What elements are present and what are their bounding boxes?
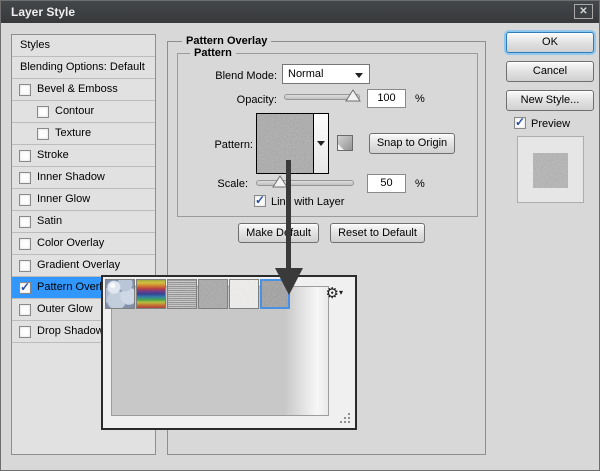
sidebar-item-inner-glow[interactable]: Inner Glow bbox=[12, 189, 155, 211]
opacity-slider-thumb[interactable] bbox=[345, 89, 361, 102]
sidebar-item-styles[interactable]: Styles bbox=[12, 35, 155, 57]
scale-slider-track[interactable] bbox=[256, 180, 354, 186]
sidebar-item-label: Bevel & Emboss bbox=[37, 83, 118, 95]
style-checkbox[interactable] bbox=[19, 193, 31, 206]
scale-unit: % bbox=[415, 178, 425, 190]
style-checkbox[interactable] bbox=[19, 237, 31, 250]
preview-thumbnail bbox=[533, 153, 568, 188]
pattern-picker-popup: ⚙▾ bbox=[101, 275, 357, 430]
link-with-layer-label: Link with Layer bbox=[271, 196, 345, 208]
sidebar-item-label: Styles bbox=[20, 39, 50, 51]
sidebar-item-label: Drop Shadow bbox=[37, 325, 104, 337]
reset-to-default-button[interactable]: Reset to Default bbox=[330, 223, 425, 243]
layer-style-dialog: Layer Style ✕ Styles Blending Options: D… bbox=[0, 0, 600, 471]
opacity-input[interactable]: 100 bbox=[367, 89, 406, 108]
cancel-button[interactable]: Cancel bbox=[506, 61, 594, 82]
sidebar-item-label: Contour bbox=[55, 105, 95, 117]
gear-icon[interactable]: ⚙▾ bbox=[326, 285, 343, 301]
blend-mode-select[interactable]: Normal bbox=[282, 64, 370, 84]
sidebar-item-blending-options[interactable]: Blending Options: Default bbox=[12, 57, 155, 79]
style-checkbox[interactable] bbox=[37, 127, 49, 140]
noise-texture bbox=[106, 280, 134, 308]
noise-texture bbox=[257, 114, 313, 173]
annotation-arrow-shaft bbox=[286, 160, 291, 272]
noise-texture bbox=[199, 280, 227, 308]
noise-texture bbox=[168, 280, 196, 308]
pattern-swatch-row bbox=[105, 279, 290, 309]
sidebar-item-label: Inner Shadow bbox=[37, 171, 105, 183]
sidebar-item-inner-shadow[interactable]: Inner Shadow bbox=[12, 167, 155, 189]
style-checkbox[interactable] bbox=[19, 83, 31, 96]
title-bar[interactable]: Layer Style ✕ bbox=[1, 1, 599, 23]
opacity-unit: % bbox=[415, 93, 425, 105]
scale-label: Scale: bbox=[217, 178, 248, 190]
resize-grip[interactable] bbox=[348, 421, 350, 423]
sidebar-item-label: Satin bbox=[37, 215, 63, 227]
snap-to-origin-button[interactable]: Snap to Origin bbox=[369, 133, 455, 154]
preview-panel bbox=[517, 136, 584, 203]
style-checkbox[interactable] bbox=[19, 303, 31, 316]
style-checkbox[interactable] bbox=[19, 149, 31, 162]
pattern-swatch-white-noise[interactable] bbox=[229, 279, 259, 309]
pattern-swatch-woven[interactable] bbox=[167, 279, 197, 309]
blend-mode-label: Blend Mode: bbox=[215, 70, 277, 82]
dialog-title: Layer Style bbox=[11, 5, 76, 19]
annotation-arrow-head bbox=[275, 268, 303, 295]
style-checkbox[interactable] bbox=[19, 259, 31, 272]
chevron-down-icon bbox=[355, 73, 363, 78]
style-checkbox[interactable] bbox=[19, 215, 31, 228]
style-checkbox[interactable] bbox=[19, 281, 31, 294]
subpanel-title: Pattern bbox=[190, 47, 236, 59]
sidebar-item-stroke[interactable]: Stroke bbox=[12, 145, 155, 167]
panel-group-title: Pattern Overlay bbox=[182, 35, 272, 47]
blend-mode-value: Normal bbox=[288, 68, 324, 80]
pattern-swatch-bubbles[interactable] bbox=[105, 279, 135, 309]
pattern-swatch-tie-dye[interactable] bbox=[136, 279, 166, 309]
sidebar-item-color-overlay[interactable]: Color Overlay bbox=[12, 233, 155, 255]
close-icon[interactable]: ✕ bbox=[574, 4, 593, 19]
scale-input[interactable]: 50 bbox=[367, 174, 406, 193]
style-checkbox[interactable] bbox=[19, 171, 31, 184]
opacity-label: Opacity: bbox=[236, 94, 277, 106]
sidebar-item-label: Color Overlay bbox=[37, 237, 105, 249]
pattern-thumbnail[interactable] bbox=[257, 114, 313, 173]
sidebar-item-label: Inner Glow bbox=[37, 193, 91, 205]
gear-caret-icon: ▾ bbox=[338, 288, 343, 297]
sidebar-item-label: Texture bbox=[55, 127, 92, 139]
preview-label: Preview bbox=[531, 118, 571, 130]
sidebar-item-bevel-emboss[interactable]: Bevel & Emboss bbox=[12, 79, 155, 101]
sidebar-item-label: Outer Glow bbox=[37, 303, 93, 315]
link-with-layer-checkbox[interactable] bbox=[254, 194, 266, 207]
style-checkbox[interactable] bbox=[37, 105, 49, 118]
chevron-down-icon bbox=[317, 141, 325, 146]
pattern-label: Pattern: bbox=[214, 139, 253, 151]
sidebar-item-label: Stroke bbox=[37, 149, 69, 161]
ok-button[interactable]: OK bbox=[506, 32, 594, 53]
noise-texture bbox=[230, 280, 258, 308]
pattern-well[interactable] bbox=[256, 113, 329, 174]
sidebar-item-label: Gradient Overlay bbox=[37, 259, 121, 271]
new-style-button[interactable]: New Style... bbox=[506, 90, 594, 111]
sidebar-item-texture[interactable]: Texture bbox=[12, 123, 155, 145]
new-pattern-icon[interactable] bbox=[337, 135, 353, 151]
pattern-picker-button[interactable] bbox=[313, 114, 328, 173]
preview-checkbox[interactable] bbox=[514, 116, 526, 129]
pattern-swatch-gray-noise[interactable] bbox=[198, 279, 228, 309]
sidebar-item-label: Blending Options: Default bbox=[20, 61, 145, 73]
make-default-button[interactable]: Make Default bbox=[238, 223, 319, 243]
noise-texture bbox=[533, 153, 568, 188]
style-checkbox[interactable] bbox=[19, 325, 31, 338]
sidebar-item-contour[interactable]: Contour bbox=[12, 101, 155, 123]
sidebar-item-satin[interactable]: Satin bbox=[12, 211, 155, 233]
noise-texture bbox=[137, 280, 165, 308]
sidebar-item-gradient-overlay[interactable]: Gradient Overlay bbox=[12, 255, 155, 277]
